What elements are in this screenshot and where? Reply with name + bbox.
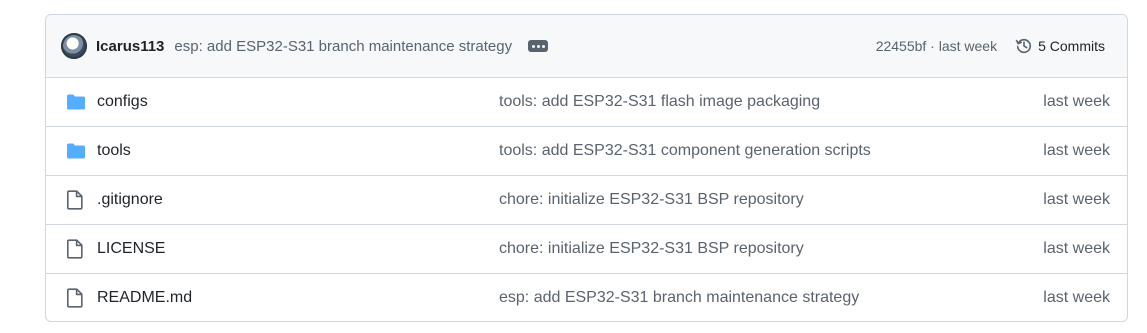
file-name-link[interactable]: configs — [97, 93, 148, 111]
file-row[interactable]: configs tools: add ESP32-S31 flash image … — [46, 78, 1127, 127]
file-row[interactable]: tools tools: add ESP32-S31 component gene… — [46, 127, 1127, 176]
file-name-link[interactable]: tools — [97, 142, 131, 160]
folder-icon — [66, 94, 86, 111]
file-commit-date: last week — [1043, 191, 1110, 208]
history-icon — [1015, 38, 1032, 54]
commit-sha-time[interactable]: 22455bf · last week — [876, 38, 997, 54]
file-browser: Icarus113 esp: add ESP32-S31 branch main… — [45, 14, 1128, 322]
file-commit-message-link[interactable]: esp: add ESP32-S31 branch maintenance st… — [499, 289, 859, 307]
file-name-link[interactable]: LICENSE — [97, 240, 165, 258]
file-name-link[interactable]: .gitignore — [97, 191, 163, 209]
file-row[interactable]: .gitignore chore: initialize ESP32-S31 BS… — [46, 176, 1127, 225]
ellipsis-expand-button[interactable] — [528, 40, 549, 52]
file-commit-message-link[interactable]: chore: initialize ESP32-S31 BSP reposito… — [499, 240, 804, 258]
file-commit-date: last week — [1043, 289, 1110, 306]
file-commit-date: last week — [1043, 93, 1110, 110]
file-name-link[interactable]: README.md — [97, 289, 192, 307]
latest-commit-message-link[interactable]: esp: add ESP32-S31 branch maintenance st… — [174, 38, 512, 55]
file-commit-date: last week — [1043, 142, 1110, 159]
file-list: configs tools: add ESP32-S31 flash image … — [46, 78, 1127, 321]
file-icon — [66, 190, 84, 210]
file-icon — [66, 239, 84, 259]
commits-history-link[interactable]: 5 Commits — [1015, 37, 1105, 55]
folder-icon — [66, 143, 86, 160]
commit-author-link[interactable]: Icarus113 — [96, 38, 164, 55]
file-icon — [66, 288, 84, 308]
file-commit-message-link[interactable]: tools: add ESP32-S31 flash image packagi… — [499, 93, 820, 111]
file-row[interactable]: LICENSE chore: initialize ESP32-S31 BSP r… — [46, 225, 1127, 274]
file-commit-message-link[interactable]: tools: add ESP32-S31 component generatio… — [499, 142, 871, 160]
commits-count: 5 Commits — [1038, 38, 1105, 54]
latest-commit-bar: Icarus113 esp: add ESP32-S31 branch main… — [46, 15, 1127, 78]
author-avatar[interactable] — [61, 33, 87, 59]
file-commit-date: last week — [1043, 240, 1110, 257]
file-row[interactable]: README.md esp: add ESP32-S31 branch maint… — [46, 274, 1127, 321]
file-commit-message-link[interactable]: chore: initialize ESP32-S31 BSP reposito… — [499, 191, 804, 209]
